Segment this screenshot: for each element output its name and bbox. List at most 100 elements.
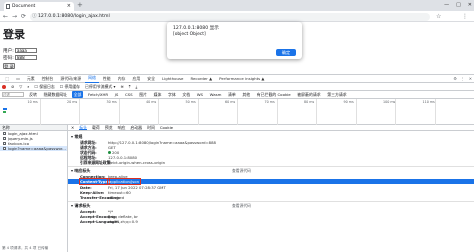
filter-icon[interactable]: ▽ xyxy=(19,84,22,89)
view-source-link[interactable]: 查看源代码 xyxy=(232,203,251,209)
devtools-inspect-icon[interactable]: ⬚ xyxy=(2,75,13,83)
header-value: strict-origin-when-cross-origin xyxy=(108,160,165,165)
status-dot-icon xyxy=(108,151,111,154)
forward-icon[interactable]: → xyxy=(12,12,17,21)
request-row: Accept-Language:zh-CN,zh;q=0.9 xyxy=(80,219,138,224)
tab-preview[interactable]: 预览 xyxy=(105,125,113,130)
filter-third-party[interactable]: 第三方请求 xyxy=(326,91,348,98)
filter-manifest[interactable]: 清单 xyxy=(227,91,237,98)
tab-cookies[interactable]: Cookie xyxy=(160,125,173,130)
close-window-button[interactable]: ✕ xyxy=(468,0,472,11)
wifi-icon[interactable]: ≋ xyxy=(120,84,123,89)
filter-fetch-xhr[interactable]: Fetch/XHR xyxy=(87,92,110,98)
record-icon[interactable] xyxy=(2,84,6,89)
address-bar[interactable]: ⓘ 127.0.0.1:8080/login_ajax.html xyxy=(30,12,430,21)
timeline-gridline xyxy=(355,99,356,125)
tab-headers[interactable]: 标头 xyxy=(79,125,88,130)
timeline-bar-2 xyxy=(3,111,6,113)
timeline-gridline xyxy=(197,99,198,125)
import-icon[interactable]: ⤒ xyxy=(129,84,131,89)
tab-performance-insights[interactable]: Performance insights ▲ xyxy=(216,75,268,83)
filter-wasm[interactable]: Wasm xyxy=(208,92,222,98)
tab-performance[interactable]: 性能 xyxy=(99,75,114,83)
filter-invert[interactable]: 反转 xyxy=(28,91,38,98)
reload-icon[interactable]: ⟳ xyxy=(21,12,26,21)
search-icon[interactable]: ⌕ xyxy=(27,84,29,89)
preserve-log-checkbox[interactable]: ☐ 保留日志 xyxy=(34,84,54,90)
filter-hide-data-urls[interactable]: 隐藏数据网址 xyxy=(42,91,68,98)
filter-other[interactable]: 其他 xyxy=(241,91,251,98)
tab-network[interactable]: 网络 xyxy=(84,74,100,83)
timeline-tick-label: 50 ms xyxy=(185,100,196,104)
page-title: 登录 xyxy=(3,28,25,41)
timeline-gridline xyxy=(237,99,238,125)
filter-js[interactable]: JS xyxy=(113,92,119,98)
filter-blocked-cookies[interactable]: 有已拦截的 Cookie xyxy=(255,91,292,98)
maximize-button[interactable]: □ xyxy=(456,0,461,11)
alert-origin: 127.0.0.1:8080 显示 xyxy=(173,26,219,31)
settings-icon[interactable]: ⚙ xyxy=(453,75,457,83)
username-row: 用户: xyxy=(3,47,37,54)
filter-ws[interactable]: WS xyxy=(195,92,204,98)
filter-font[interactable]: 字体 xyxy=(167,91,177,98)
divider xyxy=(68,166,474,167)
tab-memory[interactable]: 内存 xyxy=(114,75,129,83)
filter-css[interactable]: CSS xyxy=(124,92,134,98)
request-details: ✕ 标头 载荷 预览 响应 启动器 时间 Cookie ▾ 常规 请求网址: ht… xyxy=(68,125,474,252)
filter-all[interactable]: 全部 xyxy=(72,91,83,98)
tab-security[interactable]: 安全 xyxy=(144,75,159,83)
request-row-selected[interactable]: login?name=aaaa&passwor... xyxy=(0,146,67,151)
alert-ok-button[interactable]: 确定 xyxy=(276,49,296,56)
tab-elements[interactable]: 元素 xyxy=(23,75,38,83)
login-button[interactable]: 登 录 xyxy=(3,63,15,69)
export-icon[interactable]: ⤓ xyxy=(135,84,137,89)
header-key: Content-Type: xyxy=(78,178,111,185)
username-label: 用户: xyxy=(3,49,14,54)
tab-close-icon[interactable]: × xyxy=(67,2,71,11)
menu-dots-icon[interactable]: ⋮ xyxy=(462,12,468,21)
filter-input[interactable] xyxy=(2,92,24,97)
filter-doc[interactable]: 文档 xyxy=(181,91,191,98)
tab-title: Document xyxy=(12,4,36,9)
new-tab-button[interactable]: + xyxy=(77,1,83,9)
tab-response[interactable]: 响应 xyxy=(118,125,126,130)
window-controls: — □ ✕ xyxy=(444,0,472,11)
tab-initiator[interactable]: 启动器 xyxy=(130,125,142,130)
timeline-tick-label: 10 ms xyxy=(27,100,38,104)
back-icon[interactable]: ← xyxy=(3,12,8,21)
device-toggle-icon[interactable]: ▭ xyxy=(13,75,24,83)
throttling-select[interactable]: 已停用节流模式 ▾ xyxy=(85,84,115,90)
file-icon xyxy=(3,132,6,135)
filter-media[interactable]: 媒体 xyxy=(152,91,162,98)
bookmark-star-icon[interactable]: ☆ xyxy=(436,12,441,21)
header-value: application/json xyxy=(107,178,141,185)
tab-console[interactable]: 控制台 xyxy=(38,75,57,83)
tab-payload[interactable]: 载荷 xyxy=(92,125,100,130)
filter-img[interactable]: 图片 xyxy=(138,91,148,98)
preserve-log-label: 保留日志 xyxy=(39,83,55,89)
tab-application[interactable]: 应用 xyxy=(129,75,144,83)
network-toolbar: ⊘ ▽ ⌕ ☐ 保留日志 ☐ 停用缓存 已停用节流模式 ▾ ≋ ⤒ ⤓ xyxy=(0,83,474,91)
disable-cache-checkbox[interactable]: ☐ 停用缓存 xyxy=(60,84,80,90)
view-source-link[interactable]: 查看源代码 xyxy=(232,168,251,174)
close-details-icon[interactable]: ✕ xyxy=(71,125,74,130)
site-info-icon[interactable]: ⓘ xyxy=(32,13,37,21)
header-value: chunked xyxy=(108,195,125,200)
clear-icon[interactable]: ⊘ xyxy=(11,84,14,89)
timeline-gridline xyxy=(39,99,40,125)
network-timeline[interactable]: 10 ms 20 ms 30 ms 40 ms 50 ms 60 ms 70 ms 80 ms… xyxy=(0,99,474,125)
tab-recorder[interactable]: Recorder ▲ xyxy=(187,75,216,83)
password-input[interactable] xyxy=(15,54,37,60)
response-row-selected[interactable]: Content-Type: application/json xyxy=(68,178,474,185)
alert-message: [object Object] xyxy=(173,32,206,37)
filter-blocked-requests[interactable]: 被屏蔽的请求 xyxy=(296,91,322,98)
tab-sources[interactable]: 源代码/来源 xyxy=(57,75,85,83)
more-icon[interactable]: ⋮ xyxy=(461,75,465,83)
browser-tab[interactable]: Document × xyxy=(4,2,74,11)
username-input[interactable] xyxy=(15,47,37,53)
file-icon xyxy=(3,147,6,150)
close-devtools-icon[interactable]: ✕ xyxy=(469,75,472,83)
tab-timing[interactable]: 时间 xyxy=(147,125,155,130)
tab-lighthouse[interactable]: Lighthouse xyxy=(159,75,187,83)
minimize-button[interactable]: — xyxy=(444,0,449,11)
